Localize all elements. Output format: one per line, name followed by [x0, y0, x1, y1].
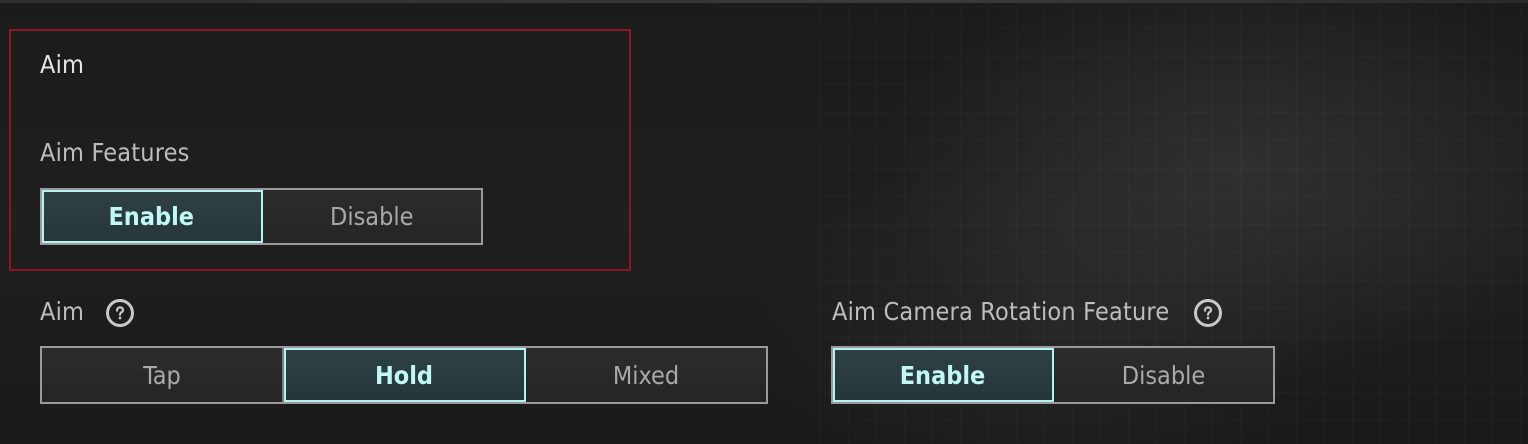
camera-rotation-disable-button[interactable]: Disable — [1054, 348, 1273, 402]
top-divider — [0, 0, 1528, 3]
aim-tap-button[interactable]: Tap — [42, 348, 284, 402]
aim-mode-selector: Tap Hold Mixed — [40, 346, 768, 404]
camera-rotation-label: Aim Camera Rotation Feature — [832, 297, 1170, 326]
aim-features-disable-button[interactable]: Disable — [262, 190, 481, 243]
aim-features-label: Aim Features — [40, 138, 190, 167]
aim-features-toggle: Enable Disable — [40, 188, 483, 245]
section-title: Aim — [40, 50, 85, 79]
question-circle-icon[interactable] — [106, 299, 134, 327]
question-mark-glyph — [1203, 306, 1213, 320]
camera-rotation-enable-button[interactable]: Enable — [833, 348, 1054, 402]
question-mark-glyph — [115, 306, 125, 320]
camera-rotation-toggle: Enable Disable — [831, 346, 1275, 404]
aim-hold-button[interactable]: Hold — [284, 348, 526, 402]
question-circle-icon[interactable] — [1194, 299, 1222, 327]
aim-mixed-button[interactable]: Mixed — [526, 348, 766, 402]
aim-features-enable-button[interactable]: Enable — [42, 190, 263, 243]
aim-mode-label: Aim — [40, 297, 85, 326]
